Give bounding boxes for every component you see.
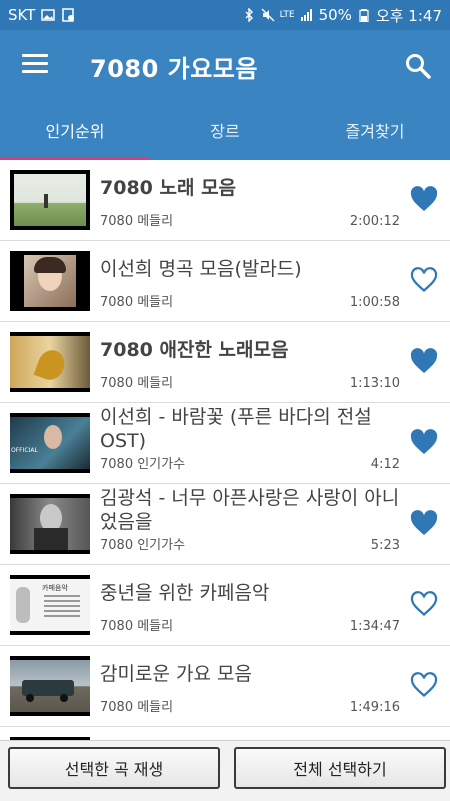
song-duration: 1:34:47 <box>349 619 400 634</box>
list-item[interactable]: 이선희 명곡 모음(발라드) 7080 메들리 1:00:58 <box>0 241 450 322</box>
song-title: 김광석 - 너무 아픈사랑은 사랑이 아니었음을 <box>100 487 400 533</box>
song-duration: 2:00:12 <box>349 214 400 229</box>
list-item[interactable]: 7080 노래 모음 7080 메들리 2:00:12 <box>0 160 450 241</box>
list-item[interactable]: 감미로운 가요 모음 7080 메들리 1:49:16 <box>0 646 450 727</box>
battery-icon <box>359 9 369 22</box>
select-all-button[interactable]: 전체 선택하기 <box>234 747 446 789</box>
video-thumbnail <box>10 494 90 554</box>
video-thumbnail <box>10 332 90 392</box>
tab-popular[interactable]: 인기순위 <box>0 100 150 160</box>
menu-button[interactable] <box>22 54 48 76</box>
song-category: 7080 메들리 <box>100 214 174 229</box>
song-category: 7080 메들리 <box>100 295 174 310</box>
screenshot-icon <box>62 8 75 22</box>
network-type: LTE <box>279 9 295 20</box>
tab-favorites[interactable]: 즐겨찾기 <box>300 100 450 160</box>
song-category: 7080 메들리 <box>100 619 174 634</box>
song-list: 7080 노래 모음 7080 메들리 2:00:12 이선희 명곡 모음(발라… <box>0 160 450 740</box>
song-title: 이선희 명곡 모음(발라드) <box>100 258 302 280</box>
heart-outline-icon[interactable] <box>410 591 438 617</box>
video-thumbnail <box>10 251 90 311</box>
song-title: 7080 노래 모음 <box>100 177 237 199</box>
video-thumbnail <box>10 656 90 716</box>
song-title: 감미로운 가요 모음 <box>100 663 252 685</box>
song-duration: 4:12 <box>370 457 400 472</box>
heart-filled-icon[interactable] <box>410 348 438 374</box>
gallery-icon <box>41 9 56 21</box>
status-bar: SKT LTE 50% 오후 1:47 <box>0 0 450 30</box>
mute-icon <box>261 8 275 22</box>
list-item-partial[interactable] <box>0 727 450 740</box>
song-category: 7080 메들리 <box>100 700 174 715</box>
song-duration: 5:23 <box>370 538 400 553</box>
song-category: 7080 인기가수 <box>100 538 186 553</box>
thumbnail-caption: 카페음악 <box>42 584 68 592</box>
bottom-action-bar: 선택한 곡 재생 전체 선택하기 <box>0 740 450 801</box>
list-item[interactable]: 카페음악 중년을 위한 카페음악 7080 메들리 1:34:47 <box>0 565 450 646</box>
song-duration: 1:00:58 <box>349 295 400 310</box>
search-icon[interactable] <box>404 52 432 80</box>
song-category: 7080 메들리 <box>100 376 174 391</box>
list-item[interactable]: 김광석 - 너무 아픈사랑은 사랑이 아니었음을 7080 인기가수 5:23 <box>0 484 450 565</box>
video-thumbnail <box>10 170 90 230</box>
heart-outline-icon[interactable] <box>410 672 438 698</box>
heart-filled-icon[interactable] <box>410 510 438 536</box>
song-title: 7080 애잔한 노래모음 <box>100 339 289 361</box>
song-duration: 1:13:10 <box>349 376 400 391</box>
bluetooth-icon <box>245 8 253 22</box>
app-bar: 7080 가요모음 <box>0 30 450 100</box>
battery-percent: 50% <box>318 6 352 24</box>
carrier-label: SKT <box>8 6 36 24</box>
video-thumbnail: 카페음악 <box>10 575 90 635</box>
heart-outline-icon[interactable] <box>410 267 438 293</box>
video-thumbnail: OFFICIAL <box>10 413 90 473</box>
song-category: 7080 인기가수 <box>100 457 186 472</box>
tab-genre[interactable]: 장르 <box>150 100 300 160</box>
song-duration: 1:49:16 <box>349 700 400 715</box>
clock: 오후 1:47 <box>375 6 442 25</box>
heart-filled-icon[interactable] <box>410 186 438 212</box>
heart-filled-icon[interactable] <box>410 429 438 455</box>
song-title: 이선희 - 바람꽃 (푸른 바다의 전설 OST) <box>100 406 372 452</box>
signal-icon <box>300 9 312 21</box>
list-item[interactable]: OFFICIAL 이선희 - 바람꽃 (푸른 바다의 전설 OST) 7080 … <box>0 403 450 484</box>
play-selected-button[interactable]: 선택한 곡 재생 <box>8 747 220 789</box>
song-title: 중년을 위한 카페음악 <box>100 582 270 604</box>
list-item[interactable]: 7080 애잔한 노래모음 7080 메들리 1:13:10 <box>0 322 450 403</box>
app-title: 7080 가요모음 <box>90 55 258 83</box>
tab-bar: 인기순위 장르 즐겨찾기 <box>0 100 450 160</box>
thumbnail-caption: OFFICIAL <box>11 447 38 454</box>
